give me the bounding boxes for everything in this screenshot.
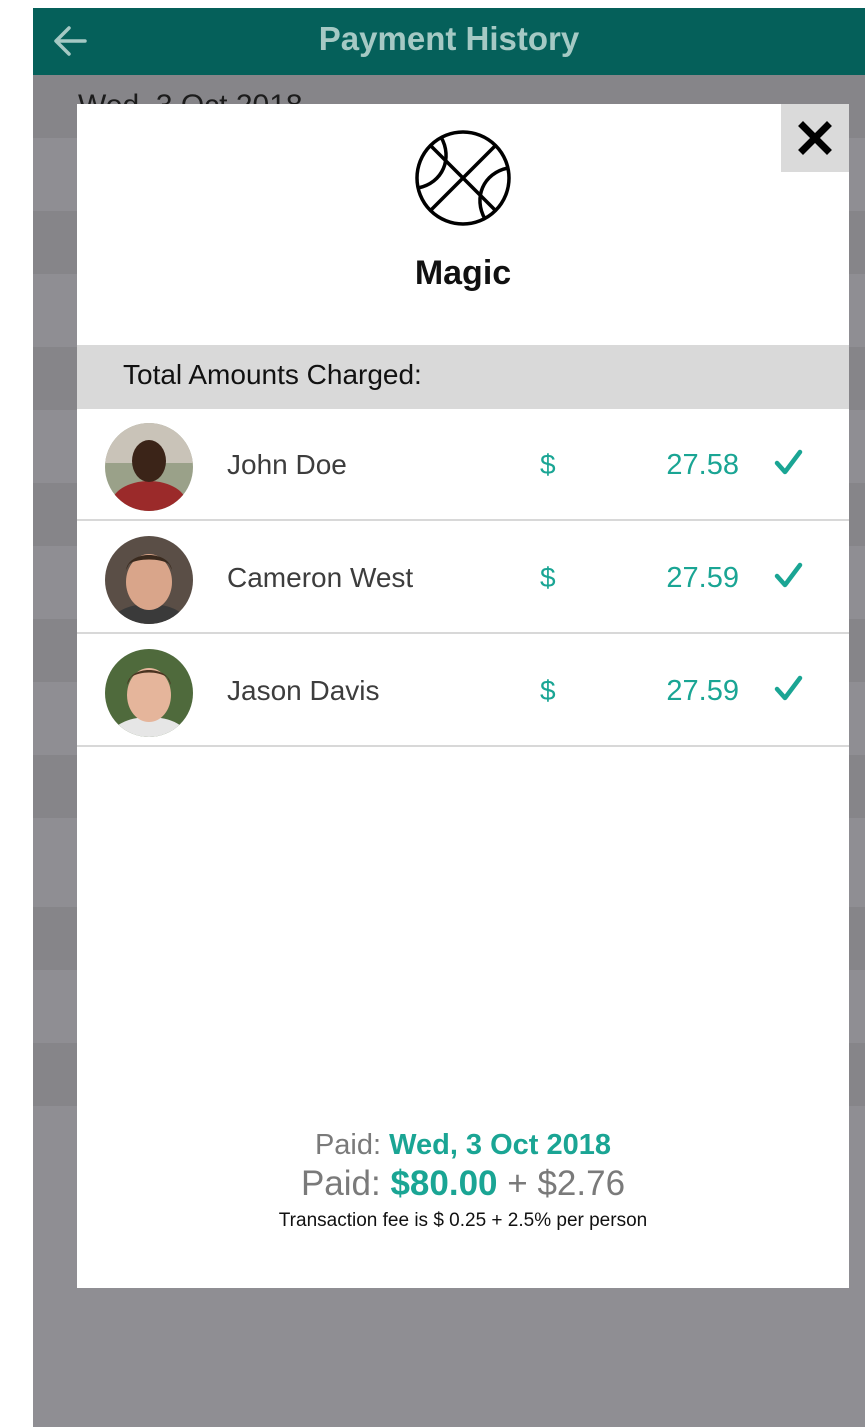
check-icon [773,447,803,477]
check-icon [773,673,803,703]
payment-detail-modal: Magic Total Amounts Charged: John Doe $ … [77,104,849,1288]
avatar [105,536,193,624]
row-divider [77,519,849,521]
amount-value: 27.58 [666,449,739,481]
currency-symbol: $ [540,675,556,706]
person-name: Jason Davis [227,675,380,706]
navigation-bar: Payment History [33,8,865,75]
page-title: Payment History [318,20,580,57]
close-icon [798,121,832,155]
fee-note: Transaction fee is $ 0.25 + 2.5% per per… [278,1210,648,1231]
team-name: Magic [414,254,512,292]
close-button[interactable] [781,104,849,172]
fee-amount: $2.76 [537,1164,626,1203]
basketball-icon [413,128,513,228]
person-row[interactable]: Cameron West $ 27.59 [77,522,849,634]
check-icon [773,560,803,590]
row-divider [77,745,849,747]
screen: Wed, 3 Oct 2018 Payment History Magic [33,8,865,1427]
person-row[interactable]: John Doe $ 27.58 [77,409,849,521]
currency-symbol: $ [540,449,556,480]
amount-value: 27.59 [666,675,739,707]
section-title: Total Amounts Charged: [123,359,422,390]
paid-amount-label: Paid: [300,1164,381,1203]
row-divider [77,632,849,634]
amount-value: 27.59 [666,562,739,594]
paid-date: Wed, 3 Oct 2018 [389,1129,612,1161]
payment-summary: Paid: Wed, 3 Oct 2018 Paid: $80.00 + $2.… [77,1129,849,1232]
currency-symbol: $ [540,562,556,593]
avatar [105,423,193,511]
section-header: Total Amounts Charged: [77,345,849,409]
paid-date-line: Paid: Wed, 3 Oct 2018 [77,1129,849,1162]
person-row[interactable]: Jason Davis $ 27.59 [77,635,849,747]
paid-amount: $80.00 [390,1164,498,1203]
paid-amount-line: Paid: $80.00 + $2.76 [77,1164,849,1204]
avatar [105,649,193,737]
person-name: John Doe [227,449,347,480]
paid-date-label: Paid: [314,1129,382,1161]
person-name: Cameron West [227,562,414,593]
fee-separator: + [507,1164,528,1203]
